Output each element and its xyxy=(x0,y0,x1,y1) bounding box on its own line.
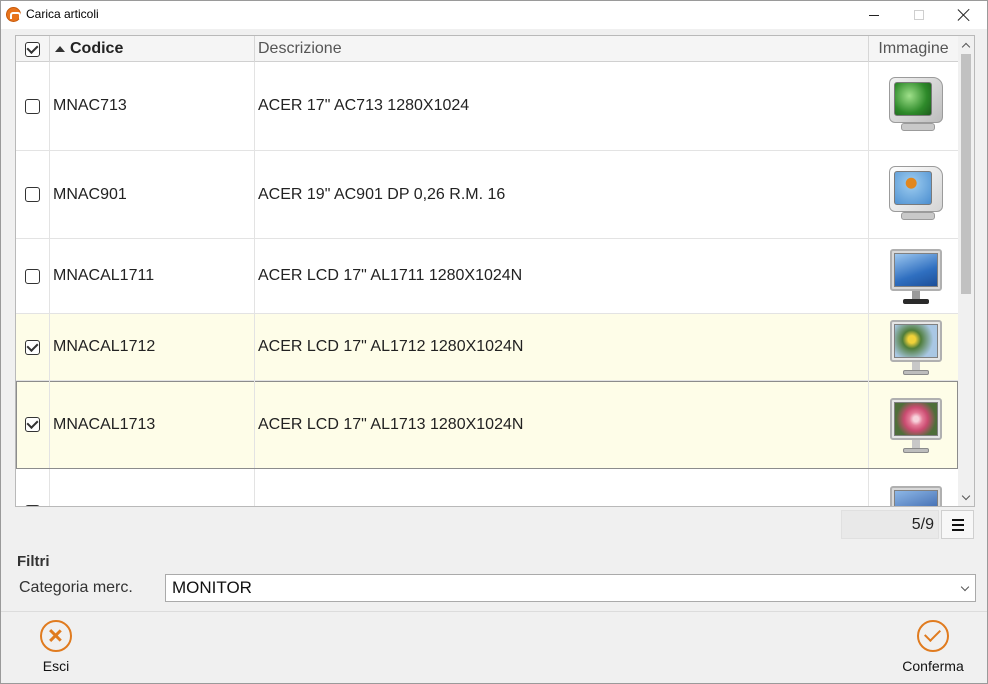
row-description: ACER 17" AC713 1280X1024 xyxy=(255,62,869,150)
close-button[interactable] xyxy=(941,1,987,29)
chevron-up-icon xyxy=(961,42,971,51)
exit-button-label: Esci xyxy=(42,658,70,674)
dialog-window: Carica articoli Codice Descrizione Immag… xyxy=(0,0,988,684)
lcd-monitor-image xyxy=(881,392,947,458)
grid-menu-button[interactable] xyxy=(941,510,974,539)
lcd-monitor-image xyxy=(881,314,947,380)
footer-bar: Esci Conferma xyxy=(1,611,987,683)
row-code: MNAC713 xyxy=(50,62,255,150)
sort-ascending-icon xyxy=(55,46,65,52)
filters-heading: Filtri xyxy=(17,553,50,570)
chevron-down-icon xyxy=(961,491,971,500)
row-image-cell xyxy=(869,314,958,380)
category-select[interactable]: MONITOR xyxy=(165,574,976,602)
row-description: ACER LCD 17" AL1711 1280X1024N xyxy=(255,239,869,313)
column-header-image-label: Immagine xyxy=(878,40,949,57)
table-row[interactable]: MNACAL1714 ACER LCD 17" AL1714 1280X1024… xyxy=(16,469,958,506)
category-select-value: MONITOR xyxy=(172,578,252,597)
row-description: ACER LCD 17" AL1712 1280X1024N xyxy=(255,314,869,380)
table-row[interactable]: MNACAL1712 ACER LCD 17" AL1712 1280X1024… xyxy=(16,314,958,381)
articles-grid: Codice Descrizione Immagine MNAC713 ACER… xyxy=(15,35,975,507)
row-checkbox[interactable] xyxy=(25,339,40,355)
window-title: Carica articoli xyxy=(26,7,99,21)
cancel-circle-icon xyxy=(40,620,72,652)
row-image-cell xyxy=(869,239,958,313)
vertical-scrollbar[interactable] xyxy=(958,36,974,506)
column-header-description-label: Descrizione xyxy=(258,40,342,57)
chevron-down-icon xyxy=(960,582,970,592)
grid-rows: MNAC713 ACER 17" AC713 1280X1024 MNAC901… xyxy=(16,62,958,506)
table-row[interactable]: MNACAL1711 ACER LCD 17" AL1711 1280X1024… xyxy=(16,239,958,314)
select-all-checkbox[interactable] xyxy=(25,41,40,57)
row-check-cell xyxy=(16,381,50,468)
hamburger-icon-line xyxy=(951,528,964,531)
category-label: Categoria merc. xyxy=(19,579,133,596)
row-check-cell xyxy=(16,314,50,380)
record-counter: 5/9 xyxy=(841,510,939,539)
row-check-cell xyxy=(16,469,50,506)
app-logo-icon xyxy=(6,7,21,22)
close-icon xyxy=(958,9,970,21)
row-code: MNAC901 xyxy=(50,151,255,238)
row-code: MNACAL1711 xyxy=(50,239,255,313)
row-checkbox[interactable] xyxy=(25,417,40,432)
grid-header: Codice Descrizione Immagine xyxy=(16,36,958,62)
crt-monitor-image xyxy=(881,162,947,228)
row-description: ACER LCD 17" AL1713 1280X1024N xyxy=(255,381,869,468)
row-image-cell xyxy=(869,469,958,506)
row-check-cell xyxy=(16,62,50,150)
exit-button[interactable]: Esci xyxy=(26,620,86,674)
table-row[interactable]: MNACAL1713 ACER LCD 17" AL1713 1280X1024… xyxy=(16,381,958,469)
column-header-image[interactable]: Immagine xyxy=(869,36,958,62)
row-checkbox[interactable] xyxy=(25,98,40,114)
minimize-button[interactable] xyxy=(851,1,897,29)
row-code: MNACAL1714 xyxy=(50,469,255,506)
row-check-cell xyxy=(16,151,50,238)
row-checkbox[interactable] xyxy=(25,268,40,284)
scroll-up-button[interactable] xyxy=(958,36,974,53)
row-image-cell xyxy=(869,62,958,150)
row-image-cell xyxy=(869,381,958,468)
column-header-code[interactable]: Codice xyxy=(50,36,255,62)
check-circle-icon xyxy=(917,620,949,652)
maximize-icon xyxy=(914,10,924,20)
column-header-description[interactable]: Descrizione xyxy=(255,36,869,62)
row-code: MNACAL1713 xyxy=(50,381,255,468)
hamburger-icon-line xyxy=(951,518,964,521)
row-code: MNACAL1712 xyxy=(50,314,255,380)
row-description: ACER LCD 17" AL1714 1280X1024N xyxy=(255,469,869,506)
row-description: ACER 19" AC901 DP 0,26 R.M. 16 xyxy=(255,151,869,238)
table-row[interactable]: MNAC901 ACER 19" AC901 DP 0,26 R.M. 16 xyxy=(16,151,958,239)
crt-monitor-image xyxy=(881,73,947,139)
row-checkbox[interactable] xyxy=(25,187,40,202)
header-select-all[interactable] xyxy=(16,36,50,62)
confirm-button-label: Conferma xyxy=(902,658,964,674)
row-checkbox[interactable] xyxy=(25,505,40,506)
lcd-monitor-image xyxy=(881,243,947,309)
table-row[interactable]: MNAC713 ACER 17" AC713 1280X1024 xyxy=(16,62,958,151)
confirm-button[interactable]: Conferma xyxy=(893,620,973,674)
column-header-code-label: Codice xyxy=(70,40,124,57)
row-check-cell xyxy=(16,239,50,313)
maximize-button xyxy=(896,1,942,29)
lcd-monitor-image xyxy=(881,480,947,506)
title-bar: Carica articoli xyxy=(1,1,987,29)
hamburger-icon-line xyxy=(951,523,964,526)
scrollbar-thumb[interactable] xyxy=(961,54,971,294)
row-image-cell xyxy=(869,151,958,238)
minimize-icon xyxy=(869,14,879,16)
scroll-down-button[interactable] xyxy=(958,489,974,506)
